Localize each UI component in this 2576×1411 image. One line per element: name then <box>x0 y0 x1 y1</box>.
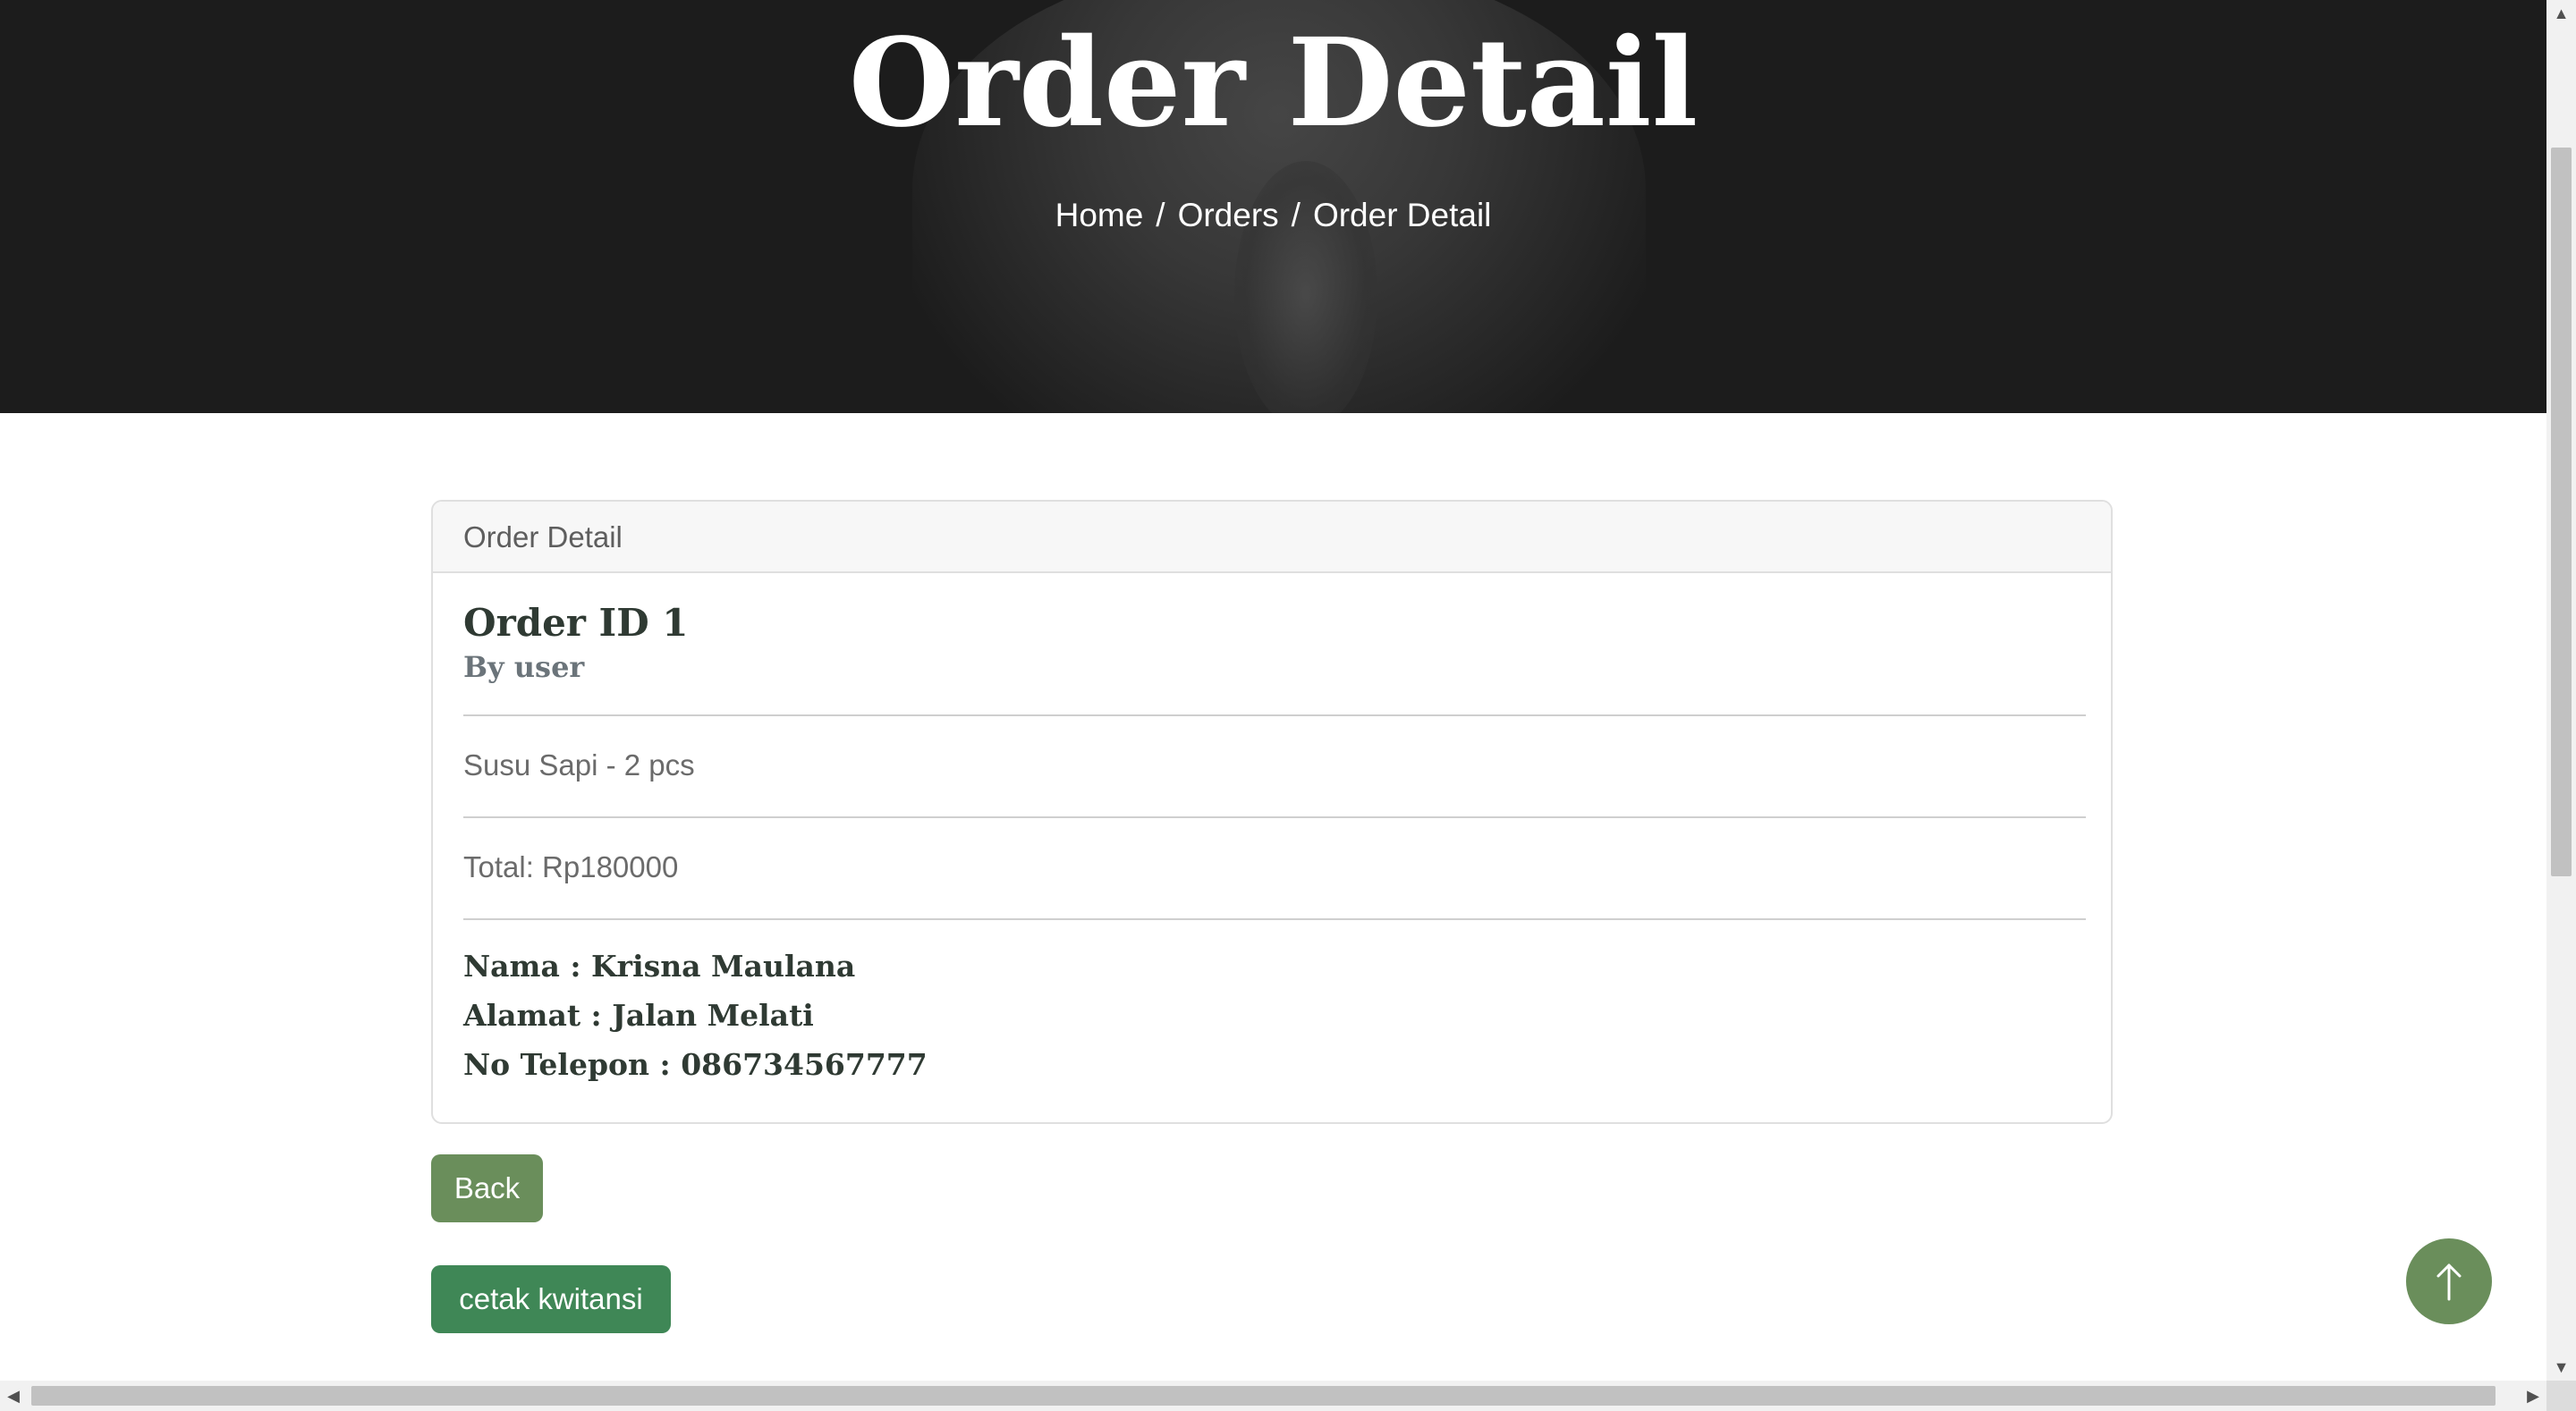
scrollbar-corner <box>2546 1381 2576 1411</box>
hero-banner: Order Detail Home / Orders / Order Detail <box>0 0 2546 413</box>
vertical-scrollbar[interactable]: ▲ ▼ <box>2546 0 2576 1381</box>
card-header: Order Detail <box>433 502 2111 573</box>
back-button[interactable]: Back <box>431 1154 543 1222</box>
breadcrumb-separator: / <box>1291 197 1301 233</box>
order-by-subtitle: By user <box>463 650 585 684</box>
order-detail-card: Order Detail Order ID 1 By user Susu Sap… <box>431 500 2113 1124</box>
order-id-heading: Order ID 1 <box>463 601 689 645</box>
page: Order Detail Home / Orders / Order Detail Or… <box>0 0 2546 1411</box>
breadcrumb-orders-link[interactable]: Orders <box>1178 197 1279 233</box>
divider <box>463 714 2086 716</box>
print-receipt-button[interactable]: cetak kwitansi <box>431 1265 671 1333</box>
arrow-up-icon <box>2436 1263 2462 1301</box>
customer-phone: No Telepon : 086734567777 <box>463 1047 928 1082</box>
breadcrumb-home-link[interactable]: Home <box>1055 197 1144 233</box>
breadcrumb-separator: / <box>1156 197 1165 233</box>
scroll-to-top-button[interactable] <box>2406 1238 2492 1324</box>
horizontal-scrollbar[interactable]: ◀ ▶ <box>0 1381 2546 1411</box>
horizontal-scrollbar-thumb[interactable] <box>31 1386 2496 1406</box>
scroll-up-arrow-icon[interactable]: ▲ <box>2546 0 2576 27</box>
order-total: Total: Rp180000 <box>463 850 679 883</box>
scroll-right-arrow-icon[interactable]: ▶ <box>2520 1381 2546 1411</box>
scroll-down-arrow-icon[interactable]: ▼ <box>2546 1354 2576 1381</box>
divider <box>463 918 2086 920</box>
breadcrumb-current: Order Detail <box>1312 197 1492 233</box>
customer-address: Alamat : Jalan Melati <box>463 998 814 1033</box>
vertical-scrollbar-thumb[interactable] <box>2551 148 2572 876</box>
scroll-left-arrow-icon[interactable]: ◀ <box>0 1381 27 1411</box>
customer-name: Nama : Krisna Maulana <box>463 949 856 984</box>
order-item: Susu Sapi - 2 pcs <box>463 748 695 782</box>
breadcrumb: Home / Orders / Order Detail <box>0 193 2546 238</box>
page-title: Order Detail <box>848 12 1699 155</box>
divider <box>463 816 2086 818</box>
